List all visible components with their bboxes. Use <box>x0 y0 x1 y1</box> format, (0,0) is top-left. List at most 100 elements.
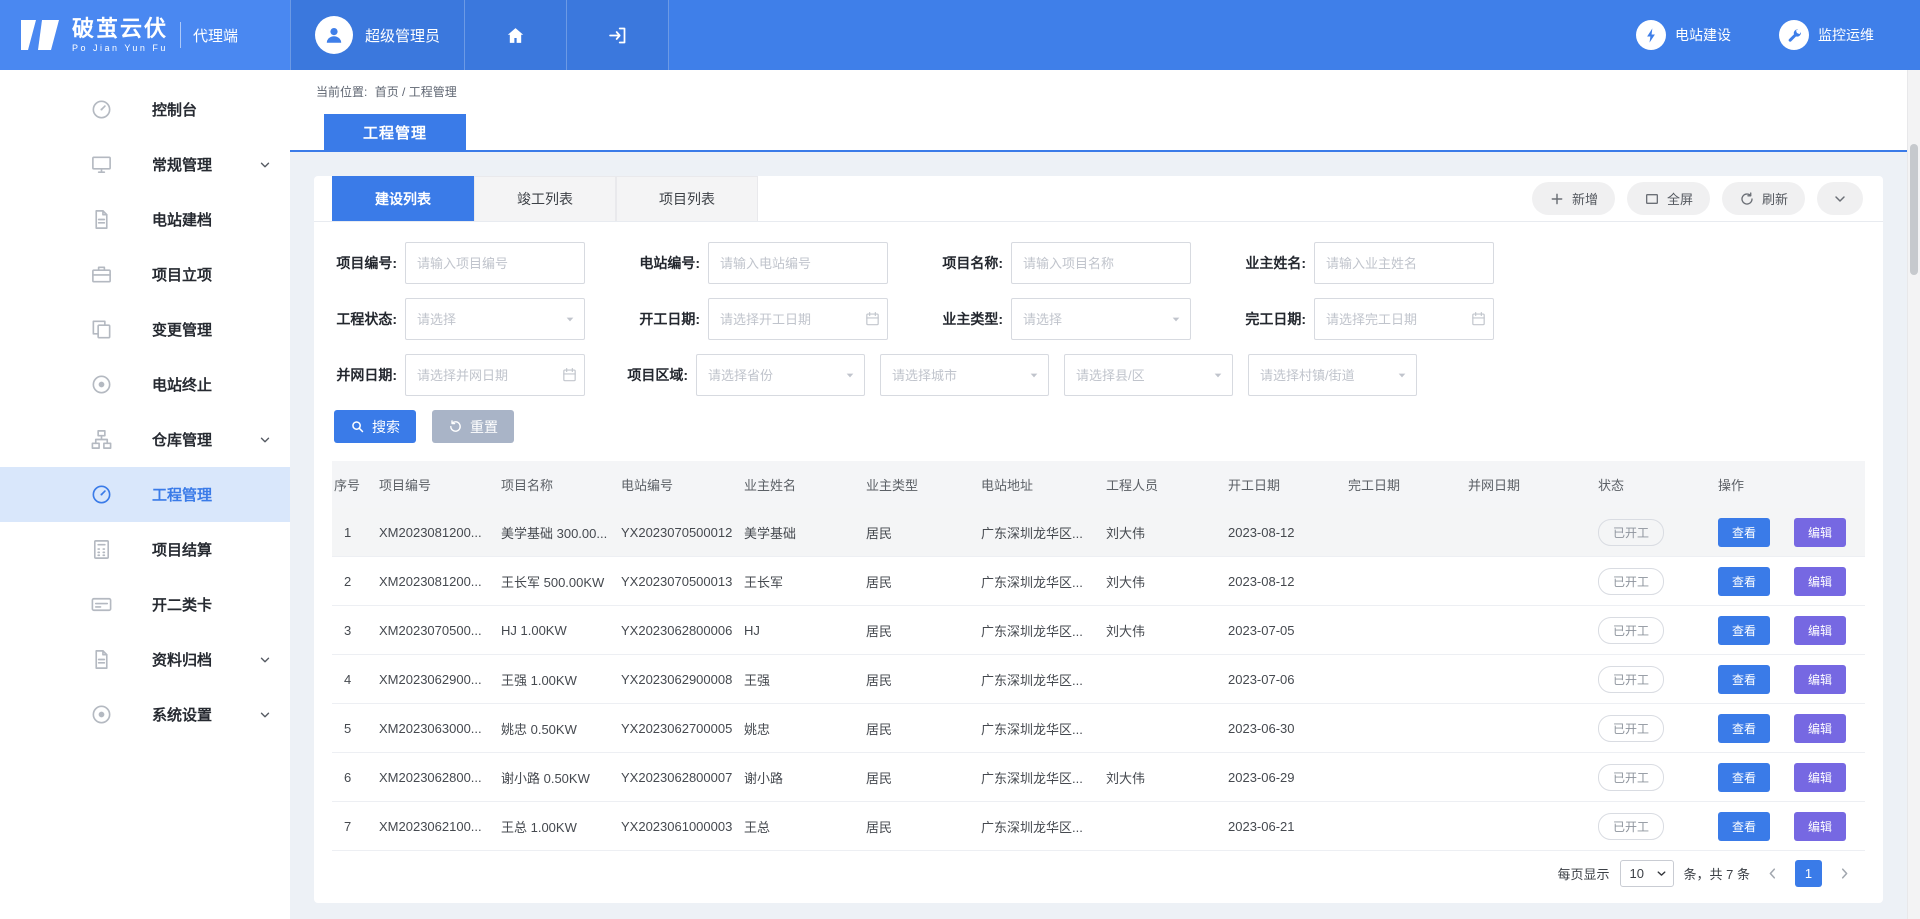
header-quick-link[interactable]: 电站建设 <box>1636 20 1731 50</box>
edit-button[interactable]: 编辑 <box>1794 714 1846 743</box>
filter-input[interactable] <box>708 298 888 340</box>
page-tab[interactable]: 工程管理 <box>324 114 466 150</box>
filter-row-3: 并网日期: 项目区域: <box>320 354 1883 396</box>
logout-button[interactable] <box>567 0 669 70</box>
table-row[interactable]: 6 XM2023062800... 谢小路 0.50KW YX202306280… <box>332 753 1865 802</box>
view-button[interactable]: 查看 <box>1718 665 1770 694</box>
table-row[interactable]: 7 XM2023062100... 王总 1.00KW YX2023061000… <box>332 802 1865 851</box>
sidebar-item[interactable]: 资料归档 <box>0 632 290 687</box>
table-row[interactable]: 4 XM2023062900... 王强 1.00KW YX2023062900… <box>332 655 1865 704</box>
filter-input[interactable] <box>405 242 585 284</box>
page-1-button[interactable]: 1 <box>1795 860 1822 887</box>
tab[interactable]: 竣工列表 <box>474 176 616 221</box>
prev-page-button[interactable] <box>1760 865 1785 882</box>
topbar: 当前位置: 首页 / 工程管理 工程管理 <box>290 70 1920 152</box>
brand-title: 破茧云伏 <box>72 17 168 41</box>
region-select[interactable] <box>1064 354 1233 396</box>
view-button[interactable]: 查看 <box>1718 763 1770 792</box>
plus-icon <box>1549 191 1565 207</box>
filter-field: 业主姓名: <box>1229 242 1532 284</box>
filter-input[interactable] <box>1314 298 1494 340</box>
add-button[interactable]: 新增 <box>1532 182 1615 215</box>
cell-index: 3 <box>332 623 377 638</box>
sidebar-item-label: 电站终止 <box>152 374 212 395</box>
sidebar-item[interactable]: 项目立项 <box>0 247 290 302</box>
filter-input[interactable] <box>1011 298 1191 340</box>
table-column-header[interactable]: 项目名称 <box>499 475 619 494</box>
edit-button[interactable]: 编辑 <box>1794 763 1846 792</box>
tab[interactable]: 建设列表 <box>332 176 474 221</box>
sidebar-item[interactable]: 电站终止 <box>0 357 290 412</box>
view-button[interactable]: 查看 <box>1718 518 1770 547</box>
table-column-header[interactable]: 业主姓名 <box>742 475 864 494</box>
table-column-header[interactable]: 项目编号 <box>377 475 499 494</box>
cell-project-no: XM2023081200... <box>377 525 499 540</box>
grid-date-input[interactable] <box>405 354 585 396</box>
sidebar-item[interactable]: 仓库管理 <box>0 412 290 467</box>
table-column-header[interactable]: 开工日期 <box>1226 475 1346 494</box>
user-menu[interactable]: 超级管理员 <box>290 0 465 70</box>
edit-button[interactable]: 编辑 <box>1794 616 1846 645</box>
edit-button[interactable]: 编辑 <box>1794 518 1846 547</box>
table-row[interactable]: 1 XM2023081200... 美学基础 300.00... YX20230… <box>332 508 1865 557</box>
logout-icon <box>607 25 628 46</box>
cell-station-no: YX2023062800007 <box>619 770 742 785</box>
home-button[interactable] <box>465 0 567 70</box>
sidebar-item[interactable]: 控制台 <box>0 82 290 137</box>
edit-button[interactable]: 编辑 <box>1794 665 1846 694</box>
table-column-header[interactable]: 电站地址 <box>979 475 1104 494</box>
cell-owner-name: HJ <box>742 623 864 638</box>
table-column-header[interactable]: 完工日期 <box>1346 475 1466 494</box>
edit-button[interactable]: 编辑 <box>1794 567 1846 596</box>
table-row[interactable]: 2 XM2023081200... 王长军 500.00KW YX2023070… <box>332 557 1865 606</box>
search-button[interactable]: 搜索 <box>334 410 416 443</box>
filter-input[interactable] <box>708 242 888 284</box>
sidebar-item[interactable]: 常规管理 <box>0 137 290 192</box>
filter-input[interactable] <box>405 298 585 340</box>
header-quick-link[interactable]: 监控运维 <box>1779 20 1874 50</box>
table-row[interactable]: 5 XM2023063000... 姚忠 0.50KW YX2023062700… <box>332 704 1865 753</box>
table-column-header[interactable]: 业主类型 <box>864 475 979 494</box>
sidebar-item[interactable]: 开二类卡 <box>0 577 290 632</box>
table-column-header[interactable]: 工程人员 <box>1104 475 1226 494</box>
table-column-header[interactable]: 电站编号 <box>619 475 742 494</box>
view-button[interactable]: 查看 <box>1718 616 1770 645</box>
sidebar-item[interactable]: 项目结算 <box>0 522 290 577</box>
table-column-header[interactable]: 序号 <box>332 475 377 494</box>
edit-button[interactable]: 编辑 <box>1794 812 1846 841</box>
content-card: 建设列表 竣工列表 项目列表 新增 全屏 <box>314 176 1883 903</box>
filter-label: 开工日期: <box>623 309 700 329</box>
next-page-button[interactable] <box>1832 865 1857 882</box>
filter-field: 项目名称: <box>926 242 1229 284</box>
filter-input[interactable] <box>1314 242 1494 284</box>
sidebar-item[interactable]: 变更管理 <box>0 302 290 357</box>
table-column-header[interactable]: 并网日期 <box>1466 475 1596 494</box>
view-button[interactable]: 查看 <box>1718 714 1770 743</box>
sidebar-item[interactable]: 工程管理 <box>0 467 290 522</box>
tab[interactable]: 项目列表 <box>616 176 758 221</box>
window-scrollbar[interactable] <box>1907 70 1920 919</box>
table-column-header[interactable]: 状态 <box>1596 475 1716 494</box>
table-column-header[interactable]: 操作 <box>1716 475 1865 494</box>
filter-label: 电站编号: <box>623 253 700 273</box>
fullscreen-button[interactable]: 全屏 <box>1627 182 1710 215</box>
brand[interactable]: 破茧云伏 Po Jian Yun Fu 代理端 <box>0 0 290 70</box>
sidebar-item[interactable]: 电站建档 <box>0 192 290 247</box>
filter-grid: 项目编号: 电站编号: <box>320 242 1883 340</box>
refresh-button[interactable]: 刷新 <box>1722 182 1805 215</box>
breadcrumb-path[interactable]: 首页 / 工程管理 <box>375 85 457 99</box>
region-select[interactable] <box>1248 354 1417 396</box>
sidebar-item-icon <box>90 702 116 728</box>
view-button[interactable]: 查看 <box>1718 812 1770 841</box>
scrollbar-thumb[interactable] <box>1910 144 1918 275</box>
filter-input[interactable] <box>1011 242 1191 284</box>
collapse-button[interactable] <box>1817 182 1863 215</box>
reset-button[interactable]: 重置 <box>432 410 514 443</box>
region-select[interactable] <box>880 354 1049 396</box>
cell-project-name: 王强 1.00KW <box>499 670 619 689</box>
view-button[interactable]: 查看 <box>1718 567 1770 596</box>
table-row[interactable]: 3 XM2023070500... HJ 1.00KW YX2023062800… <box>332 606 1865 655</box>
sidebar-item[interactable]: 系统设置 <box>0 687 290 742</box>
per-page-select[interactable]: 10 <box>1620 860 1674 887</box>
region-select[interactable] <box>696 354 865 396</box>
